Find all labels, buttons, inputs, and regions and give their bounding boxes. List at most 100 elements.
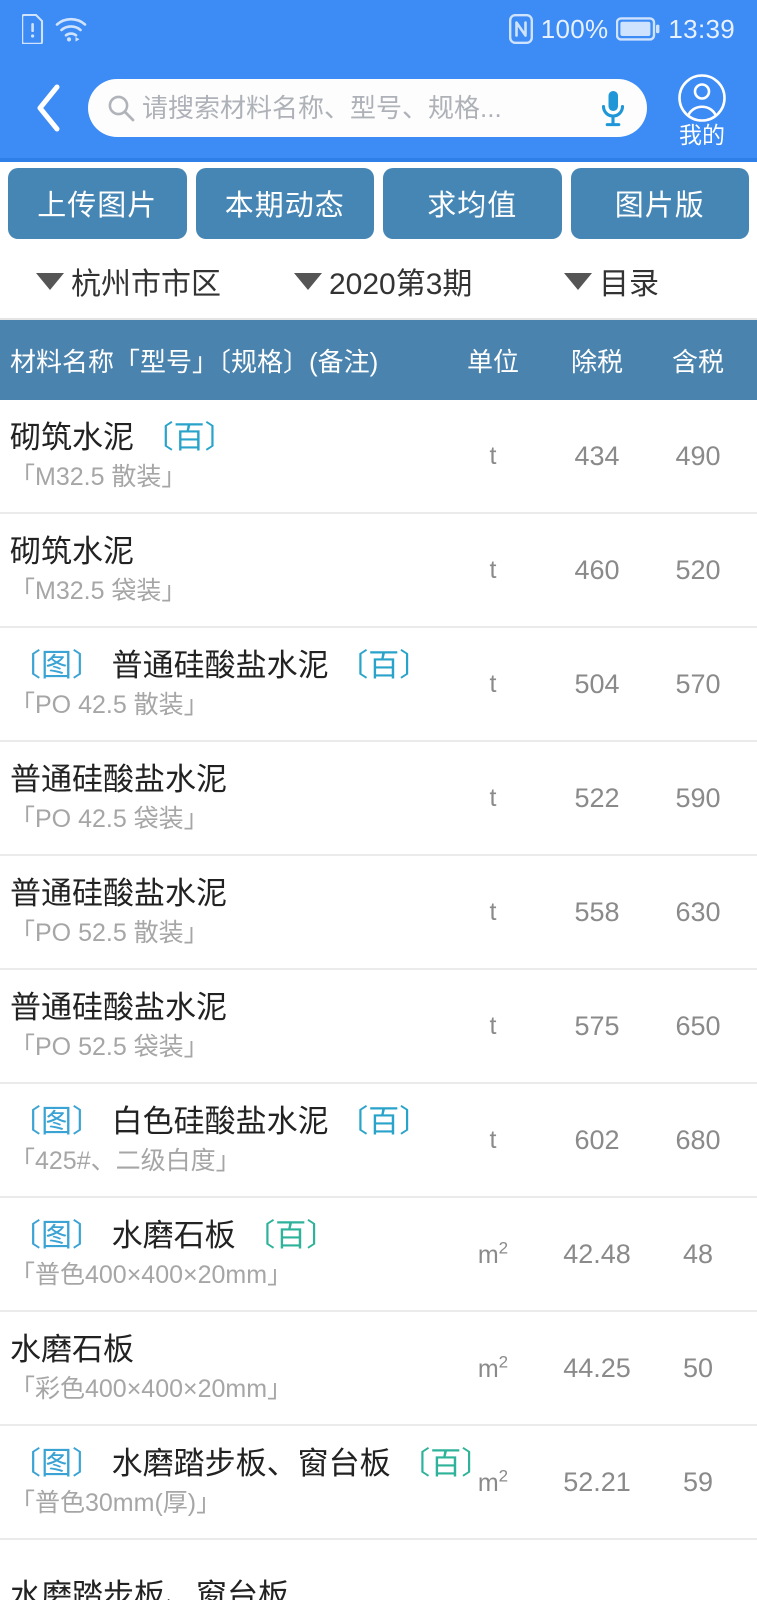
table-row[interactable]: 砌筑水泥 「M32.5 袋装」 t 460 520 (0, 514, 757, 628)
search-icon (108, 95, 135, 122)
table-header: 材料名称「型号」〔规格〕(备注) 单位 除税 含税 (0, 320, 757, 400)
search-box[interactable] (88, 79, 647, 137)
battery-full-icon (616, 17, 660, 41)
material-name-cell: 砌筑水泥「M32.5 袋装」 (0, 521, 445, 620)
material-name-text: 普通硅酸盐水泥 (10, 761, 227, 797)
material-name-line: 〔图〕 水磨踏步板、窗台板 〔百〕 (10, 1445, 492, 1482)
material-name-cell: 砌筑水泥 〔百〕「M32.5 散装」 (0, 407, 445, 506)
material-unit-cell: t (445, 670, 541, 699)
chevron-down-icon (36, 272, 64, 290)
inc-tax-value: 48 (682, 1238, 714, 1269)
image-tag[interactable]: 〔图〕 (10, 1446, 103, 1481)
table-row[interactable]: 普通硅酸盐水泥 「PO 42.5 袋装」 t 522 590 (0, 742, 757, 856)
unit-text: t (489, 555, 497, 584)
search-input[interactable] (142, 92, 595, 124)
inc-tax-price-cell: 490 (653, 441, 757, 472)
voice-search-button[interactable] (595, 89, 631, 127)
material-unit-cell: m2 (445, 1238, 541, 1269)
table-row[interactable]: 普通硅酸盐水泥 「PO 52.5 袋装」 t 575 650 (0, 970, 757, 1084)
ex-tax-price-cell: 44.25 (541, 1353, 653, 1384)
image-version-button[interactable]: 图片版 (570, 167, 749, 239)
material-name-text: 水磨石板 (10, 1331, 134, 1367)
material-name-line: 水磨踏步板、窗台板 (10, 1577, 445, 1600)
unit-text: t (489, 441, 497, 470)
filter-period[interactable]: 2020第3期 (294, 259, 564, 303)
image-tag[interactable]: 〔图〕 (10, 648, 103, 683)
inc-tax-value: 570 (675, 668, 721, 699)
material-unit-cell: t (445, 442, 541, 471)
image-tag[interactable]: 〔图〕 (10, 1104, 103, 1139)
material-name-text: 砌筑水泥 (10, 419, 134, 455)
material-name-line: 〔图〕 白色硅酸盐水泥 〔百〕 (10, 1104, 445, 1140)
filter-region[interactable]: 杭州市市区 (14, 259, 294, 303)
unit-text: m2 (477, 1466, 509, 1497)
material-name-text: 普通硅酸盐水泥 (10, 875, 227, 911)
inc-tax-price-cell: 59 (653, 1467, 757, 1498)
ex-tax-price-cell: 42.48 (541, 1239, 653, 1270)
material-spec-line: 「425#、二级白度」 (10, 1147, 241, 1176)
ex-tax-value: 522 (574, 782, 620, 813)
material-name-cell: 普通硅酸盐水泥 「PO 52.5 散装」 (0, 863, 445, 962)
image-tag[interactable]: 〔图〕 (10, 1218, 103, 1253)
profile-label: 我的 (679, 122, 725, 148)
inc-tax-value: 680 (675, 1124, 721, 1155)
material-unit-cell: t (445, 898, 541, 927)
back-button[interactable] (22, 78, 76, 138)
ex-tax-value: 434 (574, 440, 620, 471)
current-period-trends-button[interactable]: 本期动态 (195, 167, 374, 239)
table-row[interactable]: 水磨踏步板、窗台板 (0, 1540, 757, 1600)
material-spec-line: 「M32.5 袋装」 (10, 577, 187, 606)
material-name-cell: 〔图〕 白色硅酸盐水泥 〔百〕「425#、二级白度」 (0, 1091, 445, 1190)
unit-text: t (489, 897, 497, 926)
material-name-line: 普通硅酸盐水泥 (10, 875, 445, 912)
table-row[interactable]: 〔图〕 普通硅酸盐水泥 〔百〕 「PO 42.5 散装」 t 504 570 (0, 628, 757, 742)
inc-tax-price-cell: 650 (653, 1011, 757, 1042)
material-name-text: 砌筑水泥 (10, 533, 134, 569)
microphone-icon (601, 91, 625, 127)
unit-text: t (489, 1011, 497, 1040)
material-unit-cell: t (445, 1126, 541, 1155)
table-row[interactable]: 普通硅酸盐水泥 「PO 52.5 散装」 t 558 630 (0, 856, 757, 970)
material-name-text: 水磨踏步板、窗台板 (111, 1445, 391, 1481)
unit-text: t (489, 1125, 497, 1154)
material-spec-line: 「M32.5 散装」 (10, 463, 187, 492)
ex-tax-value: 575 (574, 1010, 620, 1041)
upload-image-button[interactable]: 上传图片 (8, 167, 187, 239)
ex-tax-value: 44.25 (563, 1352, 631, 1383)
material-unit-cell: t (445, 1012, 541, 1041)
battery-percent-label: 100% (540, 13, 609, 44)
material-name-cell: 普通硅酸盐水泥「PO 42.5 袋装」 (0, 749, 445, 848)
status-bar: 100% 13:39 (0, 0, 757, 58)
hundred-tag[interactable]: 〔百〕 (337, 648, 430, 683)
hundred-tag[interactable]: 〔百〕 (244, 1218, 337, 1253)
table-row[interactable]: 〔图〕 白色硅酸盐水泥 〔百〕 「425#、二级白度」 t 602 680 (0, 1084, 757, 1198)
inc-tax-price-cell: 590 (653, 783, 757, 814)
unit-text: m2 (477, 1352, 509, 1383)
filter-catalog[interactable]: 目录 (564, 259, 659, 303)
table-row[interactable]: 〔图〕 水磨石板 〔百〕 「普色400×400×20mm」 m2 42.48 48 (0, 1198, 757, 1312)
sim-alert-icon (22, 14, 44, 44)
table-row[interactable]: 〔图〕 水磨踏步板、窗台板 〔百〕「普色30mm(厚)」 m2 52.21 59 (0, 1426, 757, 1540)
material-name-line: 砌筑水泥 (10, 533, 445, 570)
app-header: 我的 (0, 58, 757, 158)
material-spec-line: 「PO 42.5 袋装」 (10, 805, 209, 834)
profile-button[interactable]: 我的 (661, 69, 743, 147)
material-spec-line: 「普色30mm(厚)」 (10, 1489, 222, 1518)
column-header-unit: 单位 (466, 346, 519, 377)
table-row[interactable]: 水磨石板 「彩色400×400×20mm」 m2 44.25 50 (0, 1312, 757, 1426)
filter-row: 杭州市市区 2020第3期 目录 (0, 244, 757, 320)
ex-tax-value: 504 (574, 668, 620, 699)
hundred-tag[interactable]: 〔百〕 (337, 1104, 430, 1139)
inc-tax-price-cell: 520 (653, 555, 757, 586)
average-value-button[interactable]: 求均值 (383, 167, 562, 239)
hundred-tag[interactable]: 〔百〕 (143, 420, 236, 455)
ex-tax-price-cell: 504 (541, 669, 653, 700)
clock-label: 13:39 (668, 13, 735, 44)
ex-tax-price-cell: 52.21 (541, 1467, 653, 1498)
material-list[interactable]: 砌筑水泥 〔百〕 「M32.5 散装」 t 434 490 砌筑水泥 「M32.5 袋装」 t… (0, 400, 757, 1600)
material-name-text: 水磨石板 (111, 1217, 236, 1253)
table-row[interactable]: 砌筑水泥 〔百〕「M32.5 散装」 t 434 490 (0, 400, 757, 514)
ex-tax-price-cell: 522 (541, 783, 653, 814)
material-name-text: 水磨踏步板、窗台板 (10, 1577, 289, 1600)
unit-exponent: 2 (498, 1352, 509, 1372)
